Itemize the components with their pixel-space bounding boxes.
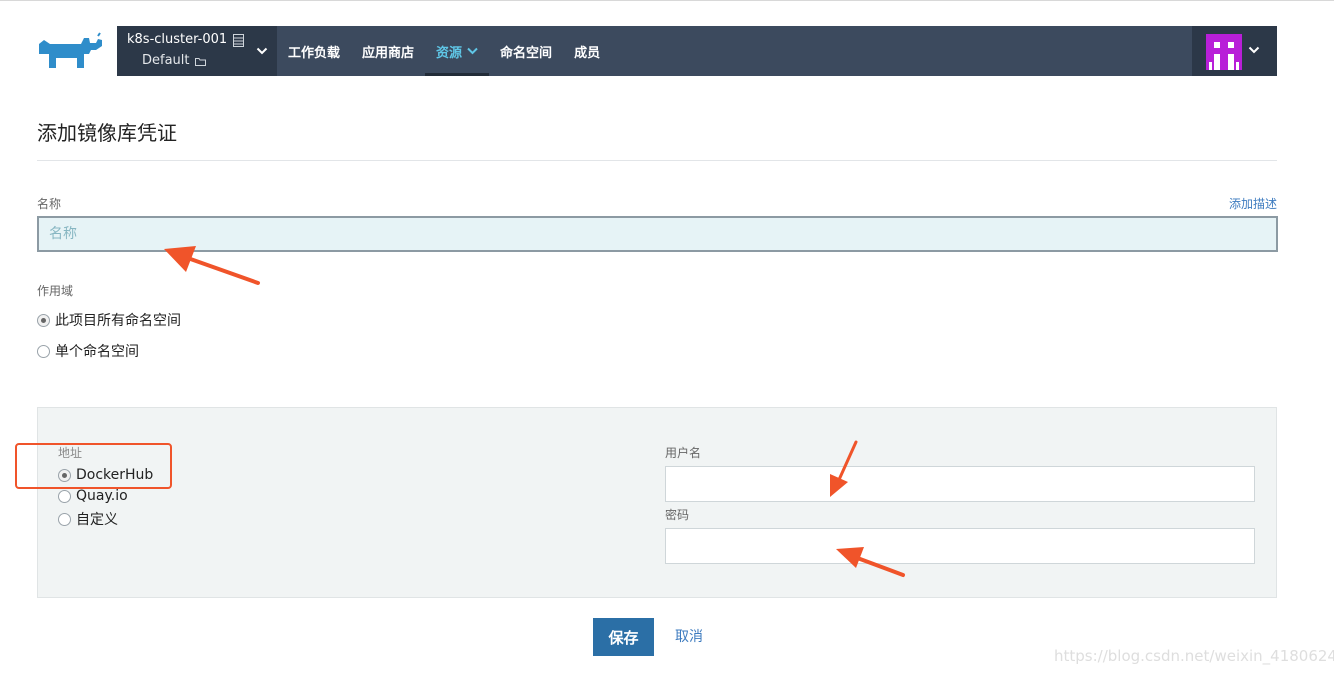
nav-catalog-apps[interactable]: 应用商店: [351, 26, 425, 76]
nav-members[interactable]: 成员: [563, 26, 611, 76]
radio-checked[interactable]: [37, 313, 50, 327]
divider: [37, 160, 1277, 161]
radio-label: 此项目所有命名空间: [55, 313, 181, 329]
radio-label: Quay.io: [76, 488, 128, 504]
name-label: 名称: [37, 197, 62, 211]
password-input[interactable]: [665, 528, 1255, 564]
nav-label: 工作负载: [288, 45, 341, 61]
cluster-switcher[interactable]: k8s-cluster-001 Default: [117, 26, 277, 76]
add-description-link[interactable]: 添加描述: [1229, 195, 1277, 212]
password-label: 密码: [665, 508, 690, 522]
save-button[interactable]: 保存: [593, 618, 654, 656]
project-name: Default: [142, 53, 190, 68]
cluster-name: k8s-cluster-001: [127, 32, 228, 47]
nav-label: 命名空间: [500, 45, 553, 61]
chevron-down-icon: [467, 47, 478, 55]
scope-option-single-namespace[interactable]: 单个命名空间: [37, 341, 139, 361]
nav-resources[interactable]: 资源: [425, 26, 490, 76]
radio-unchecked[interactable]: [58, 489, 71, 503]
user-menu[interactable]: [1192, 26, 1277, 76]
radio-label: 单个命名空间: [55, 344, 139, 360]
radio-unchecked[interactable]: [37, 344, 50, 358]
address-option-quay[interactable]: Quay.io: [58, 488, 128, 504]
page-title: 添加镜像库凭证: [37, 121, 177, 145]
cancel-button[interactable]: 取消: [667, 618, 711, 656]
nav-label: 资源: [436, 45, 463, 61]
chevron-down-icon: [1248, 46, 1260, 54]
username-input[interactable]: [665, 466, 1255, 502]
scope-label: 作用域: [37, 284, 74, 298]
nav-label: 应用商店: [362, 45, 415, 61]
rancher-logo-icon[interactable]: [36, 32, 108, 70]
chevron-down-icon: [256, 47, 268, 55]
name-input[interactable]: [37, 216, 1278, 252]
watermark: https://blog.csdn.net/weixin_41806245: [1054, 647, 1334, 665]
scope-option-all-namespaces[interactable]: 此项目所有命名空间: [37, 310, 181, 330]
avatar: [1206, 34, 1242, 70]
nav-namespaces[interactable]: 命名空间: [489, 26, 563, 76]
window-top-border: [0, 0, 1334, 1]
nav-workloads[interactable]: 工作负载: [277, 26, 351, 76]
annotation-highlight-box: [15, 443, 172, 489]
registry-panel: [37, 407, 1277, 598]
address-option-custom[interactable]: 自定义: [58, 509, 118, 529]
radio-unchecked[interactable]: [58, 512, 71, 526]
server-icon: [233, 34, 244, 47]
username-label: 用户名: [665, 446, 702, 460]
radio-label: 自定义: [76, 512, 118, 528]
folder-icon: [195, 58, 206, 66]
nav-label: 成员: [574, 45, 601, 61]
top-navigation-bar: k8s-cluster-001 Default 工作负载 应用商店 资源 命名空…: [117, 26, 1277, 76]
main-nav: 工作负载 应用商店 资源 命名空间 成员: [277, 26, 611, 76]
